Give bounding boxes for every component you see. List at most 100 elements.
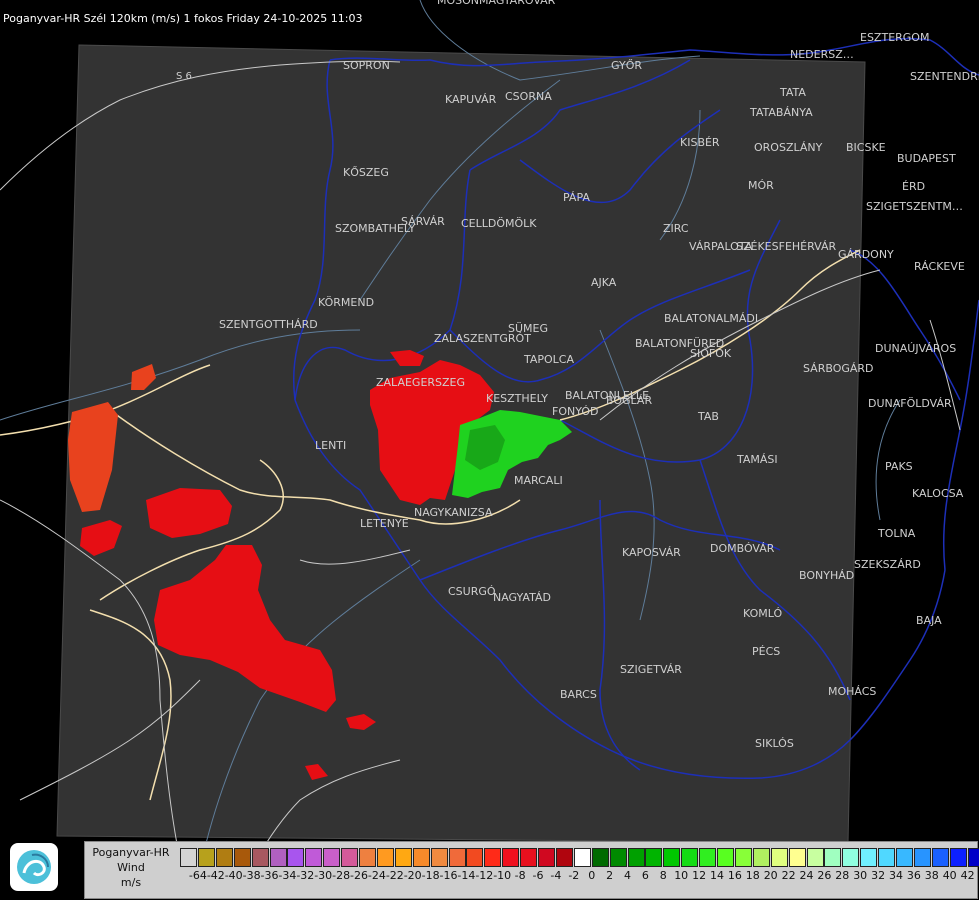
- legend-tick-label: -22: [385, 869, 404, 882]
- legend-swatch: [484, 848, 502, 867]
- city-label: SZENTENDRE: [910, 70, 979, 83]
- legend-swatch: [448, 848, 466, 867]
- city-label: KAPUVÁR: [445, 93, 497, 106]
- city-label: PÉCS: [752, 645, 780, 658]
- legend-swatch: [788, 848, 806, 867]
- city-label: TATA: [779, 86, 806, 99]
- city-label: DUNAFÖLDVÁR: [868, 397, 952, 410]
- legend-swatch: [573, 848, 591, 867]
- legend-unit: m/s: [120, 876, 142, 889]
- legend-tick-label: 18: [745, 869, 760, 882]
- legend-tick-label: -14: [457, 869, 476, 882]
- city-label: MOHÁCS: [828, 685, 876, 698]
- city-label: ÉRD: [902, 180, 925, 193]
- legend-swatch: [359, 848, 376, 867]
- legend-tick-label: -28: [332, 869, 351, 882]
- city-label: SZEKSZÁRD: [854, 558, 921, 571]
- city-label: SIÓFOK: [690, 347, 732, 360]
- legend-tick-label: -6: [532, 869, 544, 882]
- legend-tick-label: 12: [692, 869, 707, 882]
- legend-swatch: [645, 848, 663, 867]
- city-label: TAB: [697, 410, 719, 423]
- city-label: PÁPA: [563, 191, 590, 204]
- legend-swatch: [520, 848, 538, 867]
- legend-swatch: [376, 848, 394, 867]
- city-label: FONYÓD: [552, 405, 598, 418]
- legend-swatch: [860, 848, 878, 867]
- legend-swatch: [806, 848, 824, 867]
- legend-tick-label: 24: [799, 869, 814, 882]
- city-label: MOSONMAGYARÓVÁR: [437, 0, 556, 7]
- city-label: BONYHÁD: [799, 569, 854, 582]
- city-label: SZIGETSZENTM…: [866, 200, 963, 213]
- city-label: KAPOSVÁR: [622, 546, 681, 559]
- legend-swatch: [681, 848, 699, 867]
- legend-swatch: [752, 848, 770, 867]
- city-label: NEDERSZ…: [790, 48, 854, 61]
- legend-tick-label: -10: [493, 869, 512, 882]
- legend-tick-label: 30: [853, 869, 868, 882]
- legend-tick-label: 22: [781, 869, 796, 882]
- city-label: CSURGÓ: [448, 585, 496, 598]
- legend-swatch: [967, 848, 979, 867]
- legend-swatch: [734, 848, 752, 867]
- legend-swatch: [502, 848, 520, 867]
- city-label: BUDAPEST: [897, 152, 956, 165]
- radar-map: MOSONMAGYARÓVÁR SOPRON GYŐR KAPUVÁR CSORNA TA…: [0, 0, 979, 900]
- legend-tick-label: 42: [960, 869, 975, 882]
- legend-tick-label: -24: [367, 869, 386, 882]
- legend-swatch: [699, 848, 717, 867]
- legend-tick-label: -34: [278, 869, 297, 882]
- legend-tick-label: -26: [350, 869, 368, 882]
- city-label: SÁRBOGÁRD: [803, 362, 874, 375]
- city-label: AJKA: [591, 276, 617, 289]
- city-label: DOMBÓVÁR: [710, 542, 775, 555]
- legend-tick-label: -16: [439, 869, 458, 882]
- city-label: CSORNA: [505, 90, 552, 103]
- legend-tick-label: 20: [763, 869, 778, 882]
- legend-tick-label: 34: [889, 869, 903, 882]
- legend-swatch: [627, 848, 645, 867]
- city-label: TATABÁNYA: [749, 106, 813, 119]
- legend-tick-label: 38: [924, 869, 939, 882]
- legend-tick-label: 8: [659, 869, 667, 882]
- legend-swatch: [197, 848, 215, 867]
- city-label: KŐSZEG: [343, 165, 389, 179]
- legend-tick-label: 0: [588, 869, 596, 882]
- legend-tick-label: -42: [206, 869, 225, 882]
- city-label: ESZTERGOM: [860, 31, 929, 44]
- city-label: BALATONALMÁDI: [664, 312, 758, 325]
- city-label: BARCS: [560, 688, 597, 701]
- city-label: BOGLÁR: [606, 394, 652, 407]
- legend-swatch: [287, 848, 305, 867]
- legend-swatch: [341, 848, 359, 867]
- legend-tick-label: -12: [475, 869, 494, 882]
- legend-tick-label: 6: [641, 869, 649, 882]
- legend-swatch: [913, 848, 931, 867]
- legend-tick-label: -18: [421, 869, 440, 882]
- city-label: TAPOLCA: [523, 353, 574, 366]
- legend-swatch: [717, 848, 734, 867]
- map-title: Poganyvar-HR Szél 120km (m/s) 1 fokos Fr…: [3, 12, 363, 25]
- legend-swatch: [323, 848, 341, 867]
- legend-swatch: [394, 848, 412, 867]
- city-label: SIKLÓS: [755, 737, 794, 750]
- color-legend: Poganyvar-HR Wind m/s -64 -42 -40 -38 -36 -34…: [84, 841, 979, 899]
- legend-tick-label: -64: [188, 869, 207, 882]
- city-label: ZIRC: [663, 222, 689, 235]
- legend-tick-label: -20: [403, 869, 422, 882]
- legend-tick-label: 2: [606, 869, 614, 882]
- legend-swatch: [609, 848, 627, 867]
- legend-swatch: [251, 848, 269, 867]
- legend-tick-label: -32: [296, 869, 315, 882]
- legend-tick-label: -40: [224, 869, 243, 882]
- city-label: KOMLÓ: [743, 607, 782, 620]
- city-label: SOPRON: [343, 59, 390, 72]
- legend-tick-label: 16: [727, 869, 742, 882]
- legend-tick-label: 14: [710, 869, 724, 882]
- city-label: KISBÉR: [680, 136, 720, 149]
- city-label: ZALASZENTGRÓT: [434, 332, 531, 345]
- city-label: SÁRVÁR: [401, 215, 445, 228]
- legend-swatch: [878, 848, 896, 867]
- city-label: MÓR: [748, 179, 774, 192]
